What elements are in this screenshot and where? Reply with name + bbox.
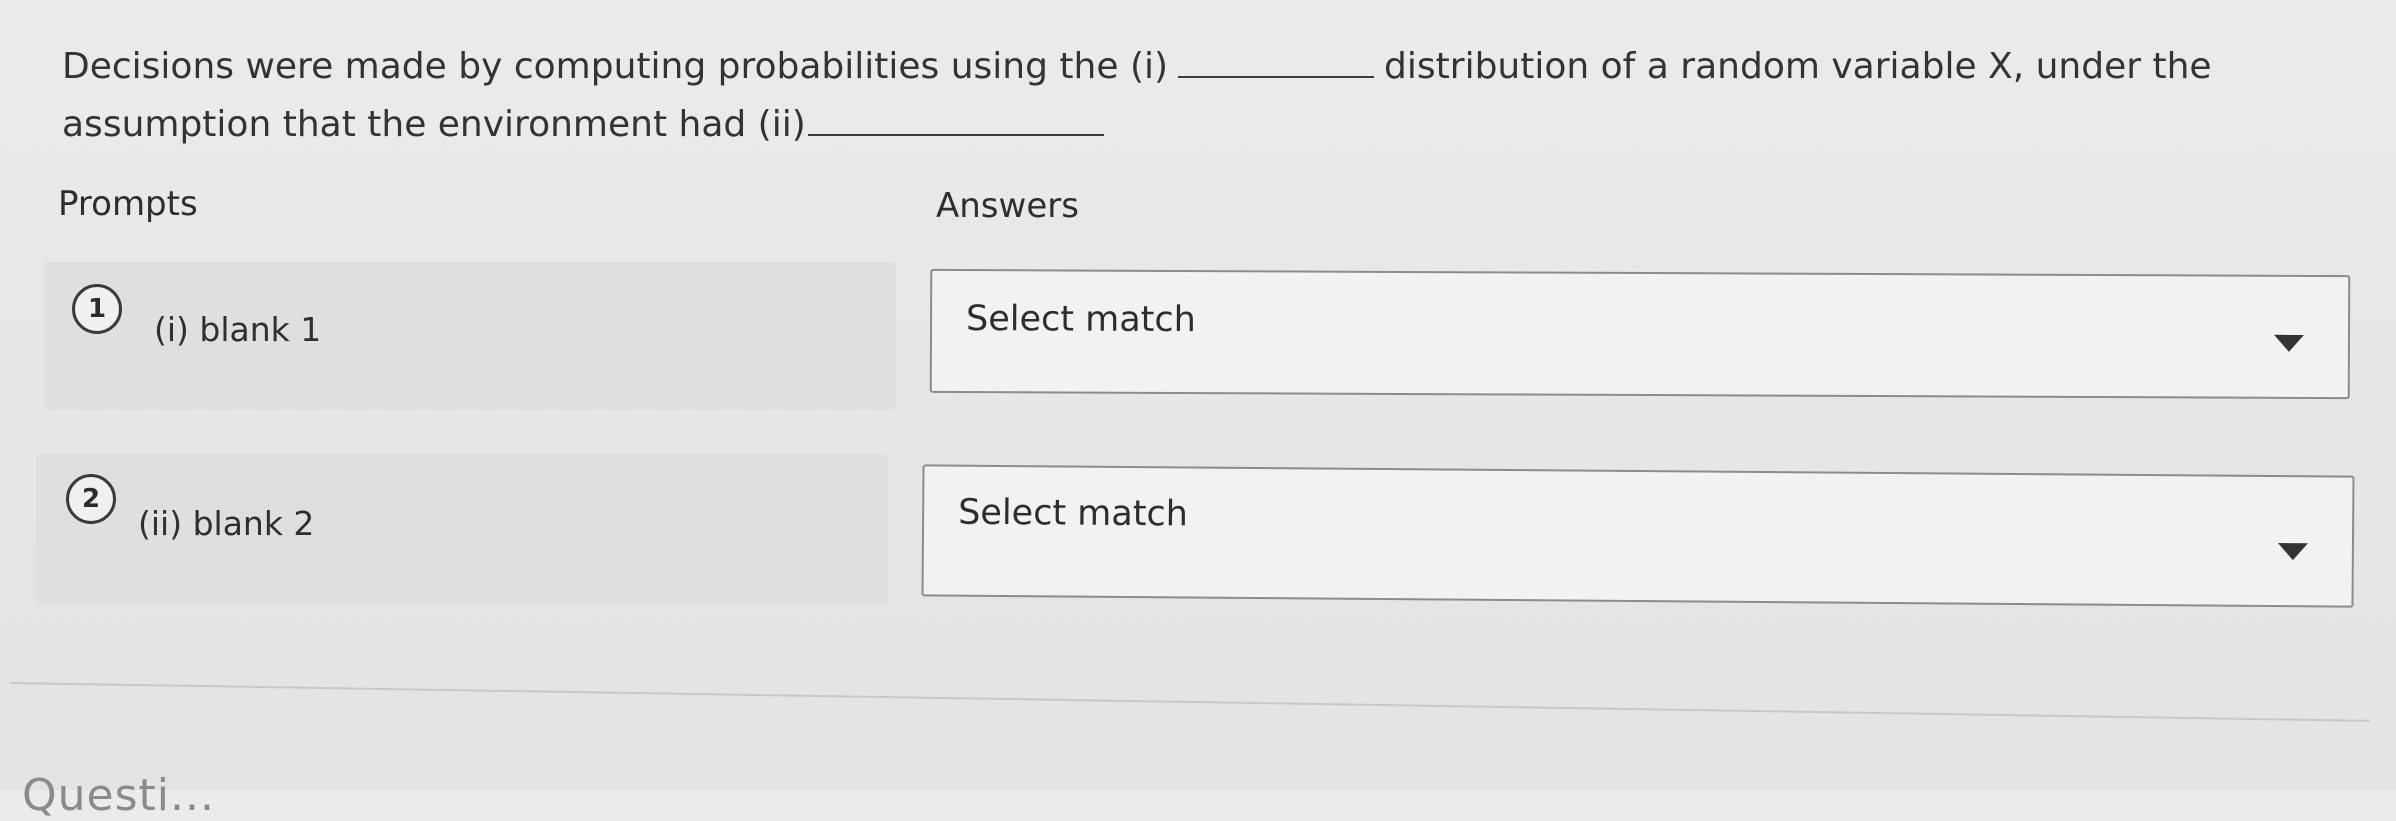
answer-select-2-value: Select match [958, 492, 1189, 535]
next-question-heading: Questi... [22, 770, 215, 821]
blank-2-line [807, 108, 1104, 136]
caret-down-icon [2273, 334, 2305, 352]
answer-select-1[interactable]: Select match [929, 268, 2351, 400]
number-badge-2: 2 [66, 474, 116, 524]
number-badge-1: 1 [72, 284, 122, 334]
answer-select-2[interactable]: Select match [921, 464, 2355, 608]
prompts-header: Prompts [58, 184, 198, 224]
question-text: Decisions were made by computing probabi… [62, 38, 2262, 154]
prompt-label-2: (ii) blank 2 [138, 504, 315, 543]
blank-1-line [1178, 50, 1375, 78]
prompt-label-1: (i) blank 1 [154, 310, 322, 349]
question-part-1: Decisions were made by computing probabi… [62, 46, 1169, 87]
section-divider [9, 682, 2370, 722]
prompt-item-2: 2 (ii) blank 2 [36, 454, 888, 606]
answer-select-1-value: Select match [965, 299, 1196, 341]
prompt-item-1: 1 (i) blank 1 [44, 262, 896, 410]
caret-down-icon [2277, 543, 2308, 561]
answers-header: Answers [936, 186, 1079, 226]
